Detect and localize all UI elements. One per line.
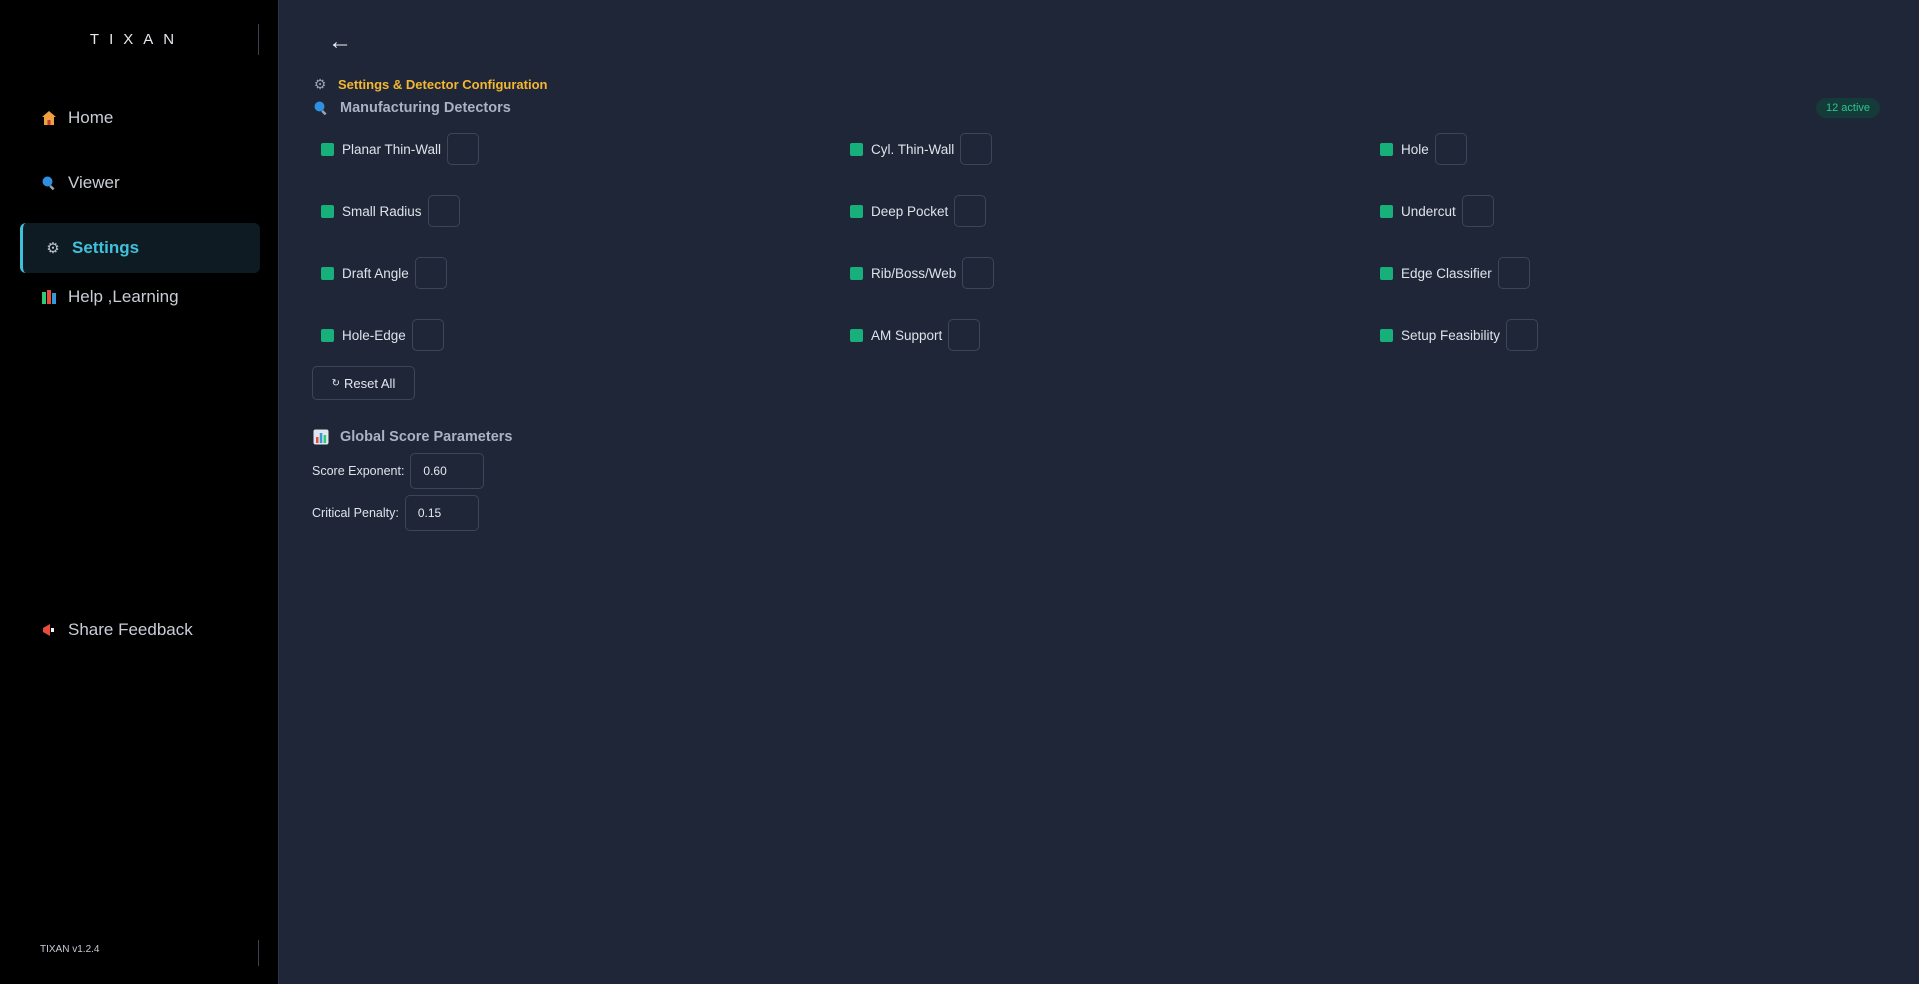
sidebar-item-label: Help ,Learning (68, 287, 179, 306)
global-params-section-title: Global Score Parameters (312, 428, 512, 446)
critical-penalty-row: Critical Penalty: 0.15 (312, 495, 479, 531)
sidebar-item-label: Viewer (68, 173, 120, 192)
reset-icon: ↻ (331, 377, 341, 389)
detector-label: AM Support (871, 327, 943, 343)
detector-checkbox[interactable] (1380, 266, 1393, 280)
detector-label: Undercut (1401, 203, 1456, 219)
reset-label: Reset All (344, 375, 396, 391)
detector-deep-pocket: Deep Pocket (850, 194, 987, 228)
sidebar-item-label: Settings (72, 238, 140, 257)
detector-config-button[interactable] (948, 319, 981, 351)
sidebar-item-settings[interactable]: ⚙ Settings (20, 223, 260, 273)
magnifier-icon (312, 99, 330, 117)
score-exponent-label: Score Exponent: (312, 464, 405, 478)
detector-checkbox[interactable] (850, 142, 863, 156)
sidebar: TIXAN Home Viewer ⚙ Settings Help ,Learn… (0, 0, 279, 984)
detector-edge-classifier: Edge Classifier (1380, 256, 1530, 290)
detector-label: Deep Pocket (871, 203, 949, 219)
home-icon (40, 109, 58, 127)
detector-label: Small Radius (342, 203, 422, 219)
detector-config-button[interactable] (960, 133, 993, 165)
detector-config-button[interactable] (1434, 133, 1467, 165)
detector-label: Cyl. Thin-Wall (871, 141, 955, 157)
detector-planar-thin-wall: Planar Thin-Wall (321, 132, 480, 166)
detector-config-button[interactable] (1497, 257, 1530, 289)
detector-label: Hole-Edge (342, 327, 406, 343)
sidebar-item-share-feedback[interactable]: Share Feedback (20, 605, 260, 655)
sidebar-item-label: Share Feedback (68, 620, 193, 639)
detector-small-radius: Small Radius (321, 194, 460, 228)
detector-label: Setup Feasibility (1401, 327, 1501, 343)
detector-label: Hole (1401, 141, 1429, 157)
section-title-label: Global Score Parameters (340, 429, 513, 445)
brand-logo: TIXAN (89, 31, 185, 48)
gear-icon: ⚙ (46, 240, 60, 257)
section-title-label: Manufacturing Detectors (340, 100, 511, 116)
detector-rib-boss-web: Rib/Boss/Web (850, 256, 995, 290)
detector-setup-feasibility: Setup Feasibility (1380, 318, 1539, 352)
detector-config-button[interactable] (427, 195, 460, 227)
detector-config-button[interactable] (1461, 195, 1494, 227)
critical-penalty-label: Critical Penalty: (312, 506, 399, 520)
score-exponent-row: Score Exponent: 0.60 (312, 453, 485, 489)
detector-label: Edge Classifier (1401, 265, 1492, 281)
detector-label: Rib/Boss/Web (871, 265, 957, 281)
sidebar-item-viewer[interactable]: Viewer (20, 158, 260, 208)
detector-config-button[interactable] (414, 257, 447, 289)
detector-config-button[interactable] (1506, 319, 1539, 351)
detector-cyl-thin-wall: Cyl. Thin-Wall (850, 132, 993, 166)
divider (258, 24, 259, 55)
detector-hole: Hole (1380, 132, 1467, 166)
detector-undercut: Undercut (1380, 194, 1494, 228)
chart-icon (312, 428, 330, 446)
gear-icon: ⚙ (313, 75, 327, 92)
score-exponent-input[interactable]: 0.60 (410, 453, 485, 489)
detector-hole-edge: Hole-Edge (321, 318, 444, 352)
detector-checkbox[interactable] (1380, 328, 1393, 342)
detectors-section-title: Manufacturing Detectors (312, 99, 511, 117)
megaphone-icon (40, 621, 58, 639)
detector-checkbox[interactable] (321, 266, 334, 280)
detector-am-support: AM Support (850, 318, 981, 352)
sidebar-item-help[interactable]: Help ,Learning (20, 272, 260, 322)
detector-checkbox[interactable] (1380, 204, 1393, 218)
detector-draft-angle: Draft Angle (321, 256, 447, 290)
detector-config-button[interactable] (447, 133, 480, 165)
detector-checkbox[interactable] (1380, 142, 1393, 156)
sidebar-item-home[interactable]: Home (20, 93, 260, 143)
sidebar-item-label: Home (68, 108, 114, 127)
back-button[interactable]: ← (328, 28, 352, 56)
breadcrumb-label: Settings & Detector Configuration (338, 76, 548, 92)
detector-checkbox[interactable] (321, 142, 334, 156)
magnifier-icon (40, 174, 58, 192)
detector-checkbox[interactable] (321, 328, 334, 342)
books-icon (40, 288, 58, 306)
detector-config-button[interactable] (411, 319, 444, 351)
version-label: TIXAN v1.2.4 (40, 944, 100, 955)
detector-checkbox[interactable] (850, 204, 863, 218)
detector-checkbox[interactable] (850, 328, 863, 342)
critical-penalty-input[interactable]: 0.15 (404, 495, 479, 531)
reset-all-button[interactable]: ↻ Reset All (312, 366, 415, 400)
detector-checkbox[interactable] (850, 266, 863, 280)
detector-config-button[interactable] (954, 195, 987, 227)
detector-checkbox[interactable] (321, 204, 334, 218)
divider (258, 940, 259, 966)
detector-label: Draft Angle (342, 265, 409, 281)
detector-config-button[interactable] (962, 257, 995, 289)
active-count-badge: 12 active (1816, 98, 1881, 118)
detector-label: Planar Thin-Wall (342, 141, 442, 157)
breadcrumb: ⚙ Settings & Detector Configuration (312, 75, 548, 92)
